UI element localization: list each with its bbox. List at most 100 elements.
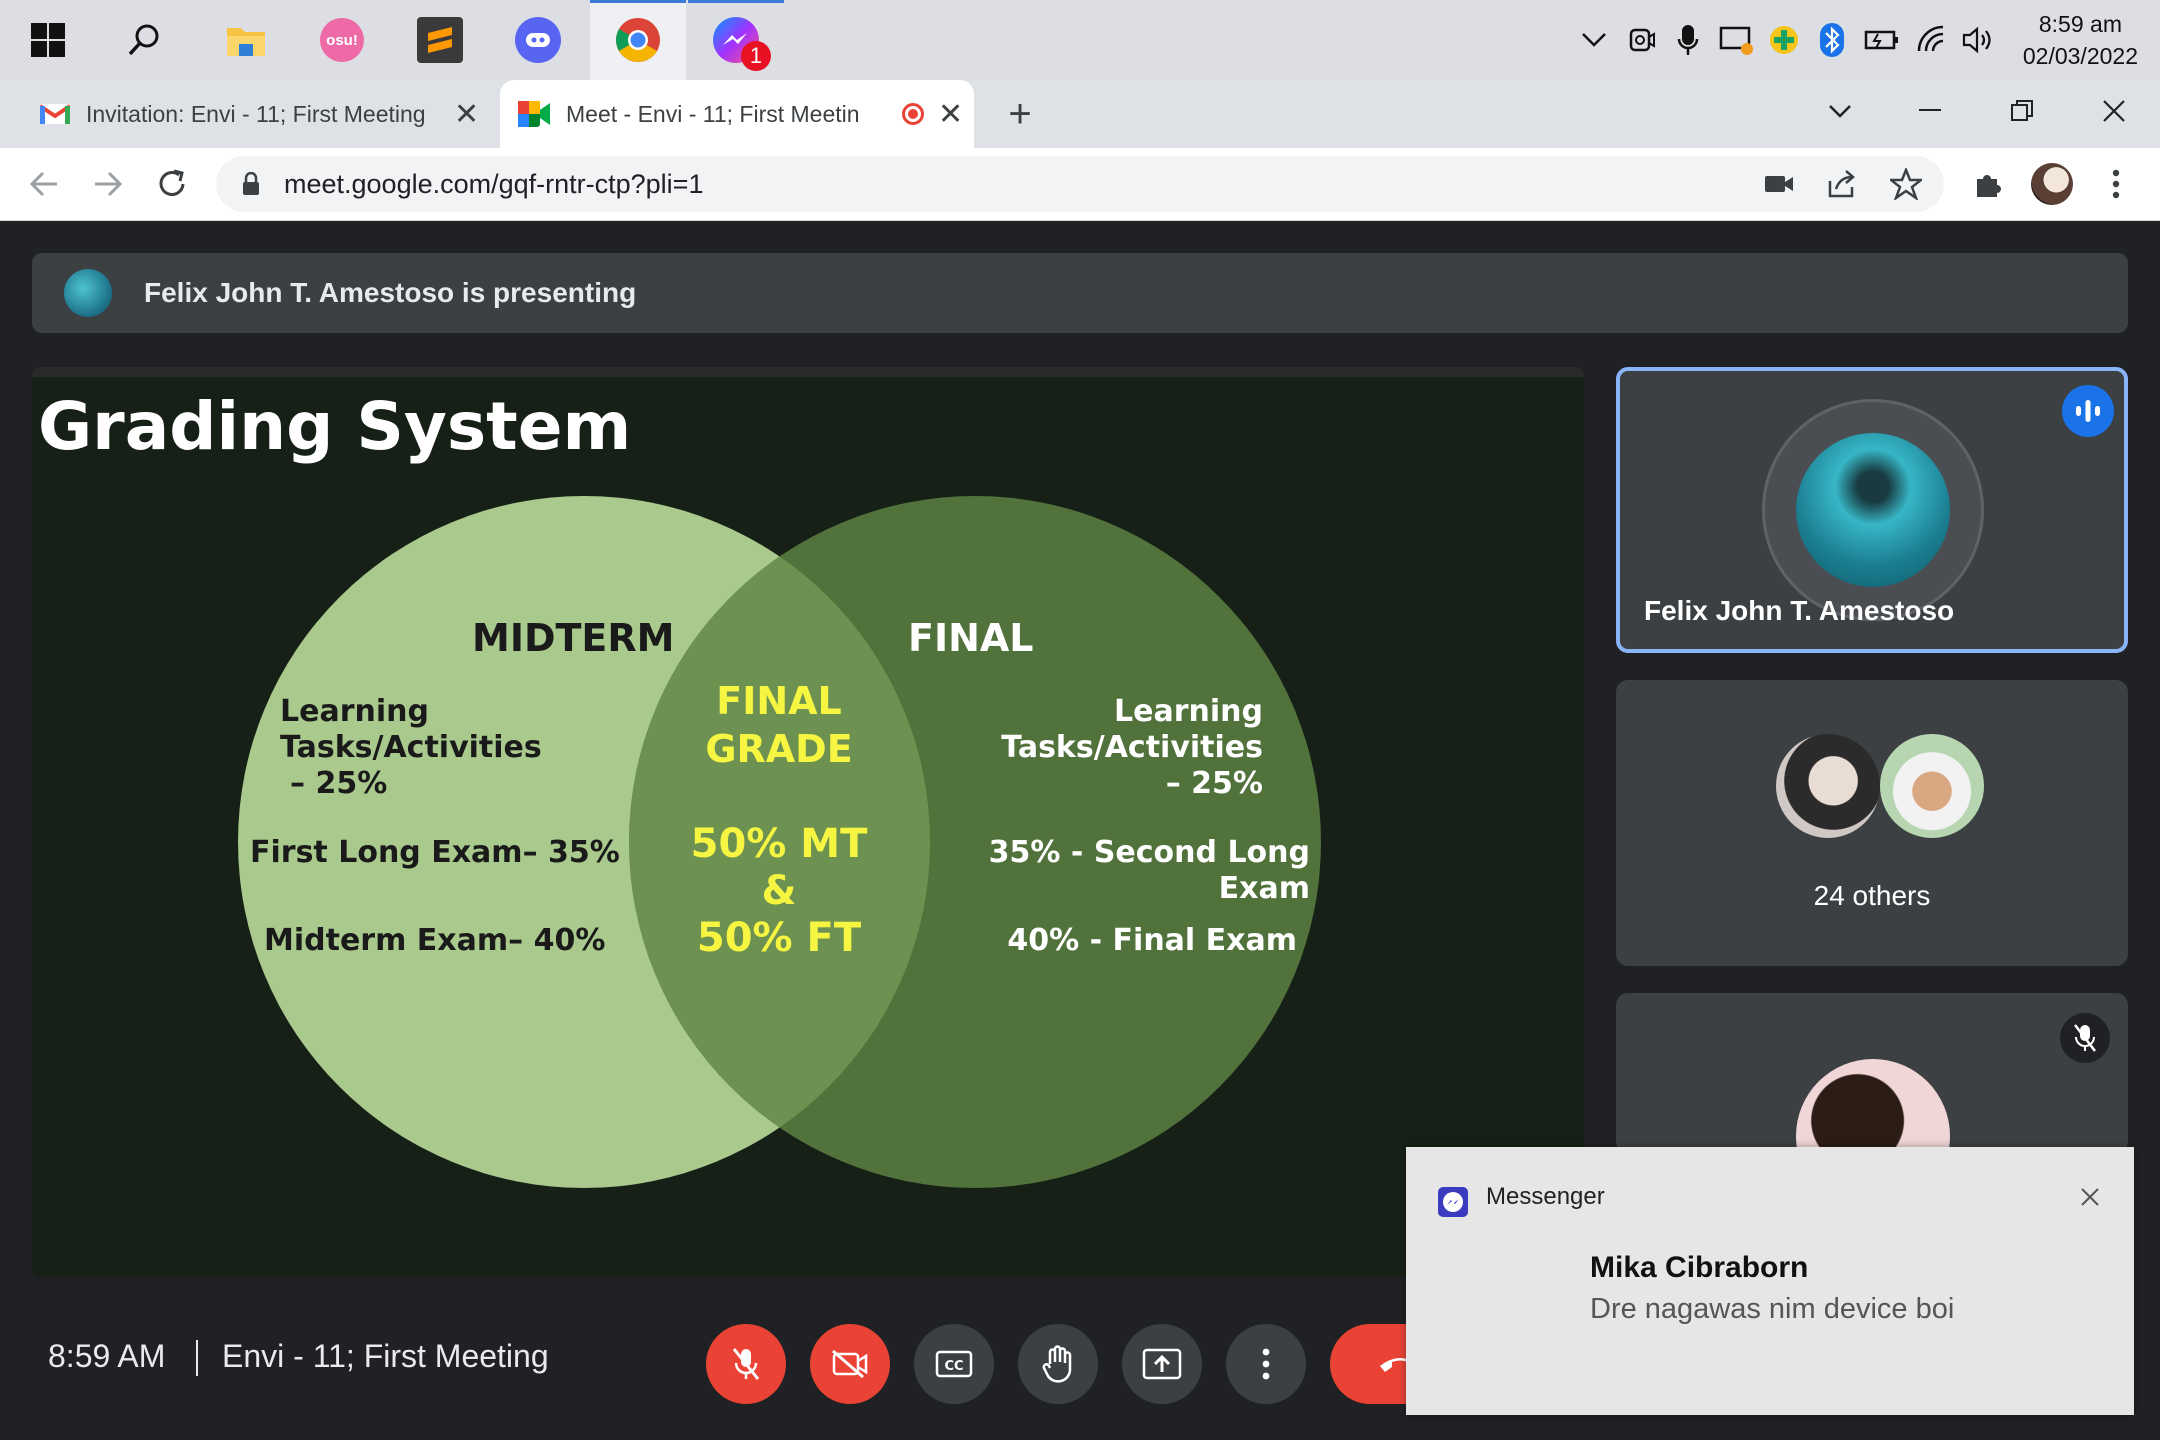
bookmark-star-icon[interactable] [1890, 168, 1922, 200]
messenger-app-icon [1438, 1187, 1468, 1217]
self-view-tile[interactable] [1616, 993, 2128, 1153]
restore-button[interactable] [1976, 80, 2068, 142]
microphone-toggle-button[interactable] [706, 1324, 786, 1404]
minimize-button[interactable] [1884, 80, 1976, 142]
present-now-button[interactable] [1122, 1324, 1202, 1404]
taskbar-file-explorer[interactable] [198, 0, 294, 80]
slide-title: Grading System [38, 388, 631, 465]
taskbar-search-button[interactable] [96, 0, 192, 80]
meeting-title: Envi - 11; First Meeting [222, 1338, 549, 1374]
restore-icon [2011, 100, 2033, 121]
notification-app-name: Messenger [1486, 1183, 1605, 1210]
url-text: meet.google.com/gqf-rntr-ctp?pli=1 [284, 169, 704, 199]
captions-button[interactable]: CC [914, 1324, 994, 1404]
discord-icon [515, 17, 561, 63]
tab-google-meet[interactable]: Meet - Envi - 11; First Meetin ✕ [500, 80, 974, 148]
gmail-icon [40, 104, 70, 124]
presenter-tile[interactable]: Felix John T. Amestoso [1616, 367, 2128, 653]
active-app-indicator [590, 0, 686, 3]
forward-button[interactable] [84, 160, 132, 208]
presenter-avatar [64, 269, 112, 317]
reload-icon [159, 169, 185, 196]
speaking-indicator-icon [2062, 385, 2114, 437]
raise-hand-button[interactable] [1018, 1324, 1098, 1404]
notification-badge: 1 [741, 41, 771, 71]
presenter-name: Felix John T. Amestoso [1644, 595, 1955, 626]
mic-muted-icon [2060, 1013, 2110, 1063]
tray-battery-icon[interactable] [1862, 20, 1902, 60]
close-tab-icon[interactable]: ✕ [938, 97, 963, 132]
tray-wifi-icon[interactable] [1912, 20, 1952, 60]
search-icon [128, 24, 159, 56]
final-line: 40% - Final Exam [1007, 923, 1297, 958]
share-icon[interactable] [1826, 169, 1858, 199]
browser-toolbar: meet.google.com/gqf-rntr-ctp?pli=1 [0, 148, 2160, 221]
clock-date: 02/03/2022 [2022, 43, 2138, 69]
present-screen-icon [1142, 1348, 1182, 1380]
messenger-notification[interactable]: Messenger Mika Cibraborn Dre nagawas nim… [1406, 1147, 2134, 1415]
google-meet-icon [518, 101, 550, 127]
tab-search-chevron-icon[interactable] [1794, 80, 1886, 142]
slide: Grading System MIDTERM Learning Tasks/Ac… [32, 367, 1584, 1277]
back-arrow-icon [29, 171, 57, 197]
tray-bluetooth-icon[interactable] [1812, 20, 1852, 60]
midterm-line: – 25% [290, 766, 387, 801]
new-tab-button[interactable]: + [996, 90, 1044, 138]
closed-captions-icon: CC [935, 1350, 973, 1378]
close-icon [2103, 100, 2125, 122]
tab-gmail-invitation[interactable]: Invitation: Envi - 11; First Meeting ✕ [40, 80, 480, 148]
tray-overflow-chevron-icon[interactable] [1574, 20, 1614, 60]
taskbar-osu[interactable]: osu! [294, 0, 390, 80]
tray-volume-icon[interactable] [1958, 20, 1998, 60]
camera-toggle-button[interactable] [810, 1324, 890, 1404]
back-button[interactable] [20, 160, 68, 208]
taskbar-sublime-text[interactable] [392, 0, 488, 80]
browser-tab-strip: Invitation: Envi - 11; First Meeting ✕ M… [0, 80, 2160, 148]
tab-title: Meet - Envi - 11; First Meetin [566, 100, 860, 127]
midterm-line: First Long Exam– 35% [250, 835, 620, 870]
windows-taskbar: osu! 1 8:59 am 02/03/2022 [0, 0, 2160, 80]
kebab-menu-icon [2112, 169, 2120, 199]
presentation-stage: Grading System MIDTERM Learning Tasks/Ac… [32, 367, 1584, 1277]
tray-camera-icon[interactable] [1622, 20, 1662, 60]
final-grade-heading: FINAL [716, 679, 842, 723]
messenger-icon: 1 [713, 17, 771, 71]
close-window-button[interactable] [2068, 80, 2160, 142]
final-line: Exam [1219, 871, 1310, 906]
browser-menu-button[interactable] [2092, 160, 2140, 208]
mic-off-icon [732, 1348, 760, 1380]
midterm-heading: MIDTERM [472, 616, 674, 660]
participant-avatar [1776, 734, 1880, 838]
folder-icon [227, 28, 265, 56]
final-line: Learning [1114, 694, 1263, 729]
presenting-text: Felix John T. Amestoso is presenting [144, 277, 637, 308]
lock-icon [243, 172, 259, 195]
address-bar[interactable]: meet.google.com/gqf-rntr-ctp?pli=1 [216, 156, 1944, 212]
taskbar-chrome[interactable] [590, 0, 686, 80]
taskbar-clock[interactable]: 8:59 am 02/03/2022 [2023, 8, 2138, 72]
notification-message: Dre nagawas nim device boi [1590, 1293, 1955, 1325]
tray-update-icon[interactable] [1764, 20, 1804, 60]
tray-microphone-icon[interactable] [1668, 20, 1708, 60]
close-tab-icon[interactable]: ✕ [454, 97, 479, 132]
presenting-banner: Felix John T. Amestoso is presenting [32, 253, 2128, 333]
tray-display-icon[interactable] [1716, 20, 1756, 60]
puzzle-piece-icon [1977, 175, 2001, 197]
windows-start-button[interactable] [0, 0, 96, 80]
extensions-button[interactable] [1964, 160, 2012, 208]
taskbar-messenger[interactable]: 1 [688, 0, 784, 80]
sublime-text-icon [417, 17, 463, 63]
chrome-icon [616, 18, 660, 62]
more-options-button[interactable] [1226, 1324, 1306, 1404]
others-count: 24 others [1813, 880, 1931, 911]
dismiss-notification-icon[interactable] [2074, 1181, 2106, 1213]
raise-hand-icon [1042, 1345, 1072, 1383]
reload-button[interactable] [148, 160, 196, 208]
minimize-icon [1919, 109, 1941, 111]
clock-time: 8:59 am [2038, 11, 2122, 37]
camera-in-use-icon[interactable] [1764, 173, 1794, 195]
others-tile[interactable]: 24 others [1616, 680, 2128, 966]
osu-icon: osu! [320, 18, 364, 62]
profile-avatar[interactable] [2028, 160, 2076, 208]
taskbar-discord[interactable] [490, 0, 586, 80]
